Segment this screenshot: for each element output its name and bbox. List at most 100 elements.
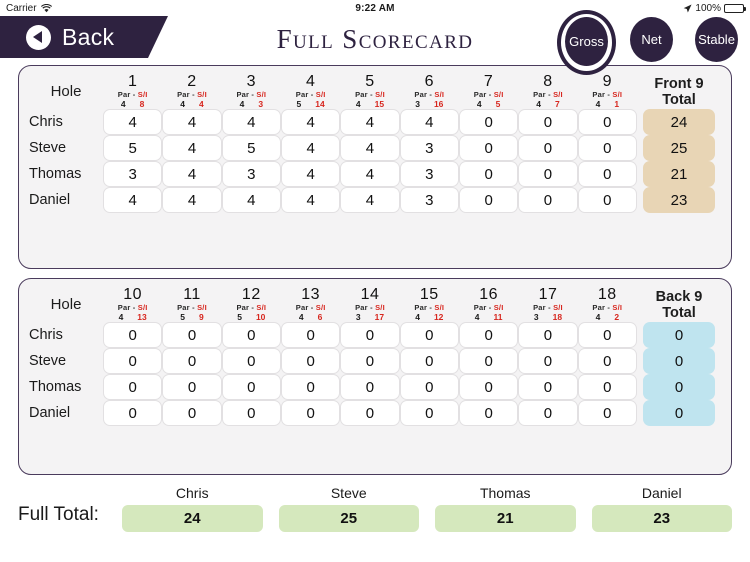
score-input-daniel-hole-15[interactable]: 0 (399, 400, 459, 426)
score-input-chris-hole-13[interactable]: 0 (280, 322, 341, 348)
score-input-chris-hole-6[interactable]: 4 (399, 109, 459, 135)
score-input-thomas-hole-12[interactable]: 0 (221, 374, 281, 400)
score-input-steve-hole-1[interactable]: 5 (103, 135, 163, 161)
par-value: 4 (239, 99, 245, 109)
score-input-daniel-hole-6[interactable]: 3 (399, 187, 459, 213)
score-input-steve-hole-3[interactable]: 5 (221, 135, 281, 161)
score-input-thomas-hole-16[interactable]: 0 (458, 374, 519, 400)
score-input-steve-hole-18[interactable]: 0 (577, 348, 637, 374)
score-input-daniel-hole-12[interactable]: 0 (221, 400, 281, 426)
score-input-steve-hole-15[interactable]: 0 (399, 348, 459, 374)
score-input-chris-hole-14[interactable]: 0 (340, 322, 400, 348)
score-cell: 0 (399, 400, 459, 426)
score-input-thomas-hole-17[interactable]: 0 (518, 374, 578, 400)
back-button[interactable]: Back (0, 16, 168, 58)
score-input-daniel-hole-18[interactable]: 0 (577, 400, 637, 426)
score-input-steve-hole-11[interactable]: 0 (162, 348, 222, 374)
score-input-chris-hole-1[interactable]: 4 (103, 109, 163, 135)
score-input-chris-hole-8[interactable]: 0 (518, 109, 578, 135)
score-input-steve-hole-4[interactable]: 4 (280, 135, 341, 161)
score-input-daniel-hole-5[interactable]: 4 (340, 187, 400, 213)
par-si-values: 41 (578, 99, 637, 109)
score-input-steve-hole-12[interactable]: 0 (221, 348, 281, 374)
score-input-daniel-hole-17[interactable]: 0 (518, 400, 578, 426)
score-input-chris-hole-9[interactable]: 0 (577, 109, 637, 135)
total-cell: 24 (637, 109, 721, 135)
score-input-thomas-hole-2[interactable]: 4 (162, 161, 222, 187)
score-input-steve-hole-14[interactable]: 0 (340, 348, 400, 374)
score-input-thomas-hole-15[interactable]: 0 (399, 374, 459, 400)
mode-button-net[interactable]: Net (630, 17, 673, 62)
score-input-daniel-hole-9[interactable]: 0 (577, 187, 637, 213)
score-input-daniel-hole-13[interactable]: 0 (280, 400, 341, 426)
score-input-thomas-hole-6[interactable]: 3 (399, 161, 459, 187)
score-input-chris-hole-4[interactable]: 4 (280, 109, 341, 135)
score-input-thomas-hole-5[interactable]: 4 (340, 161, 400, 187)
par-si-caption: Par - S/I (177, 303, 207, 312)
score-input-steve-hole-17[interactable]: 0 (518, 348, 578, 374)
score-input-daniel-hole-14[interactable]: 0 (340, 400, 400, 426)
battery-icon (724, 3, 746, 13)
score-input-chris-hole-18[interactable]: 0 (577, 322, 637, 348)
score-input-thomas-hole-1[interactable]: 3 (103, 161, 163, 187)
score-input-thomas-hole-8[interactable]: 0 (518, 161, 578, 187)
full-total-player-name: Chris (175, 485, 209, 501)
score-input-steve-hole-6[interactable]: 3 (399, 135, 459, 161)
score-input-steve-hole-16[interactable]: 0 (458, 348, 519, 374)
score-input-steve-hole-8[interactable]: 0 (518, 135, 578, 161)
par-value: 4 (474, 312, 480, 322)
par-value: 4 (355, 99, 361, 109)
score-input-steve-hole-2[interactable]: 4 (162, 135, 222, 161)
full-total-columns: Chris 24 Steve 25 Thomas 21 Daniel 23 (122, 485, 732, 532)
si-value: 15 (374, 99, 385, 109)
score-input-steve-hole-13[interactable]: 0 (280, 348, 341, 374)
back-nine-card: Hole 10 Par - S/I 4 13 11 Par - S/I 5 9 12 Par - S… (18, 278, 732, 475)
score-input-daniel-hole-3[interactable]: 4 (221, 187, 281, 213)
score-cell: 4 (340, 161, 400, 187)
si-value: 1 (614, 99, 620, 109)
score-input-thomas-hole-13[interactable]: 0 (280, 374, 341, 400)
score-input-chris-hole-5[interactable]: 4 (340, 109, 400, 135)
score-input-daniel-hole-8[interactable]: 0 (518, 187, 578, 213)
score-input-chris-hole-17[interactable]: 0 (518, 322, 578, 348)
mode-button-stable[interactable]: Stable (695, 17, 738, 62)
score-cell: 5 (221, 135, 281, 161)
score-input-thomas-hole-9[interactable]: 0 (577, 161, 637, 187)
score-input-thomas-hole-4[interactable]: 4 (280, 161, 341, 187)
score-input-chris-hole-10[interactable]: 0 (103, 322, 163, 348)
score-input-steve-hole-7[interactable]: 0 (458, 135, 519, 161)
score-input-daniel-hole-16[interactable]: 0 (458, 400, 519, 426)
score-input-daniel-hole-10[interactable]: 0 (103, 400, 163, 426)
front-nine-table: Hole 1 Par - S/I 4 8 2 Par - S/I 4 4 3 Par - S/I 4 3… (29, 74, 721, 213)
navigation-bar: Back Full Scorecard Gross Net Stable (0, 10, 750, 75)
score-input-daniel-hole-2[interactable]: 4 (162, 187, 222, 213)
score-input-steve-hole-5[interactable]: 4 (340, 135, 400, 161)
score-input-daniel-hole-1[interactable]: 4 (103, 187, 163, 213)
score-cell: 0 (221, 400, 281, 426)
par-si-values: 43 (222, 99, 281, 109)
score-input-thomas-hole-3[interactable]: 3 (221, 161, 281, 187)
score-input-chris-hole-2[interactable]: 4 (162, 109, 222, 135)
score-input-steve-hole-10[interactable]: 0 (103, 348, 163, 374)
si-value: 3 (258, 99, 264, 109)
back-nine-table: Hole 10 Par - S/I 4 13 11 Par - S/I 5 9 12 Par - S… (29, 287, 721, 426)
mode-button-gross[interactable]: Gross (565, 17, 608, 66)
score-input-chris-hole-3[interactable]: 4 (221, 109, 281, 135)
score-input-daniel-hole-7[interactable]: 0 (458, 187, 519, 213)
par-value: 3 (355, 312, 361, 322)
score-input-steve-hole-9[interactable]: 0 (577, 135, 637, 161)
score-input-chris-hole-12[interactable]: 0 (221, 322, 281, 348)
score-input-thomas-hole-10[interactable]: 0 (103, 374, 163, 400)
score-input-daniel-hole-4[interactable]: 4 (280, 187, 341, 213)
score-input-thomas-hole-11[interactable]: 0 (162, 374, 222, 400)
score-input-chris-hole-15[interactable]: 0 (399, 322, 459, 348)
score-input-thomas-hole-7[interactable]: 0 (458, 161, 519, 187)
score-input-thomas-hole-14[interactable]: 0 (340, 374, 400, 400)
score-input-thomas-hole-18[interactable]: 0 (577, 374, 637, 400)
score-input-daniel-hole-11[interactable]: 0 (162, 400, 222, 426)
par-si-caption: Par - S/I (295, 303, 326, 312)
score-input-chris-hole-16[interactable]: 0 (458, 322, 519, 348)
score-cell: 0 (221, 348, 281, 374)
score-input-chris-hole-11[interactable]: 0 (162, 322, 222, 348)
score-input-chris-hole-7[interactable]: 0 (458, 109, 519, 135)
